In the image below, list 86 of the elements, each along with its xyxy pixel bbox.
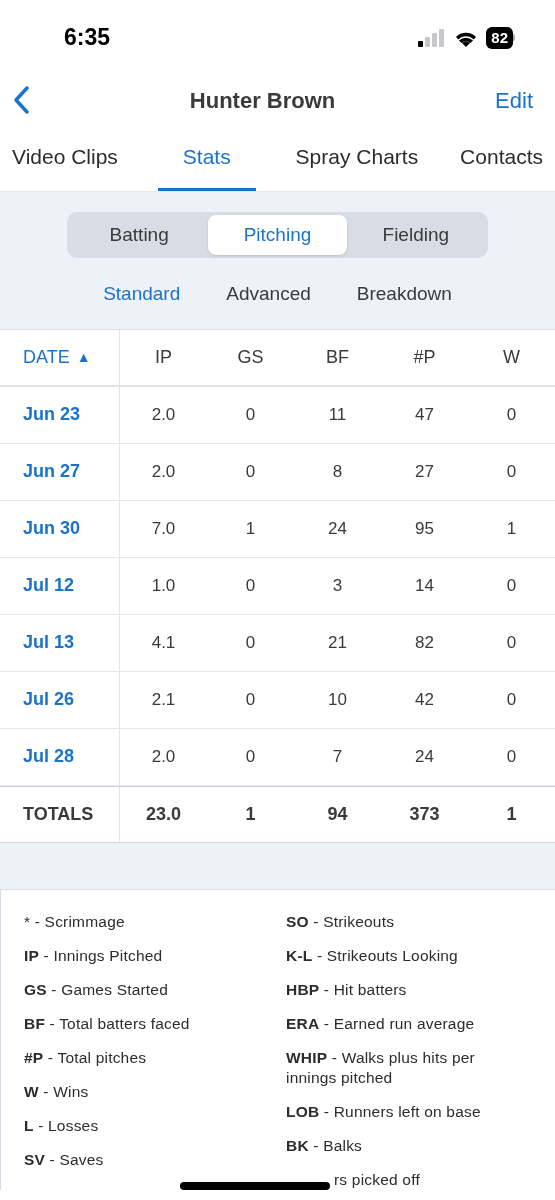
- table-cell-text: 0: [245, 745, 256, 768]
- table-cell-text: 47: [415, 403, 434, 426]
- table-cell-text: 21: [328, 631, 347, 654]
- table-cell-text: 0: [245, 688, 256, 711]
- table-cell-text: 27: [415, 460, 434, 483]
- table-cell-text: 82: [415, 631, 434, 654]
- edit-button[interactable]: Edit: [495, 83, 543, 117]
- table-cell-text: 0: [245, 460, 256, 483]
- signal-icon: [418, 28, 447, 47]
- table-cell-text: 2.1: [151, 688, 176, 711]
- table-cell-text: 95: [415, 517, 434, 540]
- totals-cell-text: 373: [409, 802, 440, 826]
- segment[interactable]: Pitching: [208, 215, 347, 255]
- date-link[interactable]: Jun 23: [23, 401, 81, 428]
- table-cell-text: 0: [506, 460, 517, 483]
- view-tab[interactable]: Standard: [103, 280, 181, 309]
- status-time: 6:35: [64, 23, 111, 53]
- table-cell-text: 0: [506, 574, 517, 597]
- table-cell-text: 2.0: [151, 745, 176, 768]
- legend-entry: * - Scrimmage: [24, 911, 126, 932]
- totals-cell-text: 1: [506, 802, 517, 826]
- legend-entry: WHIP - Walks plus hits per innings pitched: [286, 1047, 476, 1088]
- totals-cell-text: 94: [327, 802, 348, 826]
- table-cell-text: 1: [506, 517, 517, 540]
- legend-entry: K-L - Strikeouts Looking: [286, 945, 459, 966]
- table-cell-text: 2.0: [151, 403, 176, 426]
- legend-entry: W - Wins: [24, 1081, 90, 1102]
- table-cell-text: 7: [332, 745, 343, 768]
- legend-entry: ERA - Earned run average: [286, 1013, 476, 1034]
- table-cell-text: 8: [332, 460, 343, 483]
- legend-entry: GS - Games Started: [24, 979, 169, 1000]
- segment[interactable]: Batting: [70, 215, 209, 255]
- legend-entry: L - Losses: [24, 1115, 100, 1136]
- table-cell-text: 1.0: [151, 574, 176, 597]
- legend-entry: LOB - Runners left on base: [286, 1101, 482, 1122]
- table-cell-text: 0: [506, 745, 517, 768]
- date-link[interactable]: Jul 13: [23, 629, 75, 656]
- legend-entry: SV - Saves: [24, 1149, 105, 1170]
- column-header[interactable]: GS: [237, 343, 264, 371]
- table-cell-text: 11: [328, 403, 347, 426]
- legend-entry: #P - Total pitches: [24, 1047, 148, 1068]
- column-header[interactable]: #P: [413, 343, 436, 371]
- legend-entry: IP - Innings Pitched: [24, 945, 164, 966]
- table-cell-text: 2.0: [151, 460, 176, 483]
- view-tab[interactable]: Advanced: [226, 280, 311, 309]
- table-cell-text: 4.1: [151, 631, 176, 654]
- table-cell-text: 0: [245, 631, 256, 654]
- column-header[interactable]: BF: [326, 343, 349, 371]
- date-link[interactable]: Jul 28: [23, 743, 75, 770]
- table-cell-text: 0: [506, 631, 517, 654]
- legend-entry: HBP - Hit batters: [286, 979, 408, 1000]
- segment[interactable]: Fielding: [346, 215, 485, 255]
- page-title: Hunter Brown: [189, 86, 336, 115]
- sort-indicator: ▲: [76, 347, 91, 367]
- legend-entry: rs picked off: [333, 1169, 421, 1190]
- legend-entry: BF - Total batters faced: [24, 1013, 191, 1034]
- table-cell-text: 0: [245, 403, 256, 426]
- view-tab[interactable]: Breakdown: [356, 280, 452, 309]
- totals-label: TOTALS: [23, 802, 94, 826]
- date-link[interactable]: Jun 30: [23, 515, 81, 542]
- table-cell-text: 0: [506, 403, 517, 426]
- table-cell-text: 7.0: [151, 517, 176, 540]
- totals-cell-text: 1: [245, 802, 256, 826]
- table-cell-text: 10: [328, 688, 347, 711]
- back-icon[interactable]: [12, 85, 30, 115]
- table-cell-text: 14: [415, 574, 434, 597]
- tab[interactable]: Spray Charts: [293, 125, 421, 191]
- date-link[interactable]: Jul 12: [23, 572, 75, 599]
- table-cell-text: 24: [328, 517, 347, 540]
- date-link[interactable]: Jun 27: [23, 458, 81, 485]
- table-cell-text: 24: [415, 745, 434, 768]
- table-cell-text: 0: [245, 574, 256, 597]
- table-cell-text: 3: [332, 574, 343, 597]
- tab[interactable]: Video Clips: [10, 125, 120, 191]
- table-cell-text: 0: [506, 688, 517, 711]
- table-cell-text: 1: [245, 517, 256, 540]
- date-link[interactable]: Jul 26: [23, 686, 75, 713]
- column-header[interactable]: DATE: [23, 343, 70, 371]
- battery-icon: 82: [486, 26, 515, 49]
- legend-entry: SO - Strikeouts: [286, 911, 396, 932]
- column-header[interactable]: IP: [155, 343, 172, 371]
- totals-cell-text: 23.0: [145, 802, 181, 826]
- column-header[interactable]: W: [503, 343, 520, 371]
- table-cell-text: 42: [415, 688, 434, 711]
- tab[interactable]: Contacts: [458, 125, 545, 191]
- legend-entry: BK - Balks: [286, 1135, 364, 1156]
